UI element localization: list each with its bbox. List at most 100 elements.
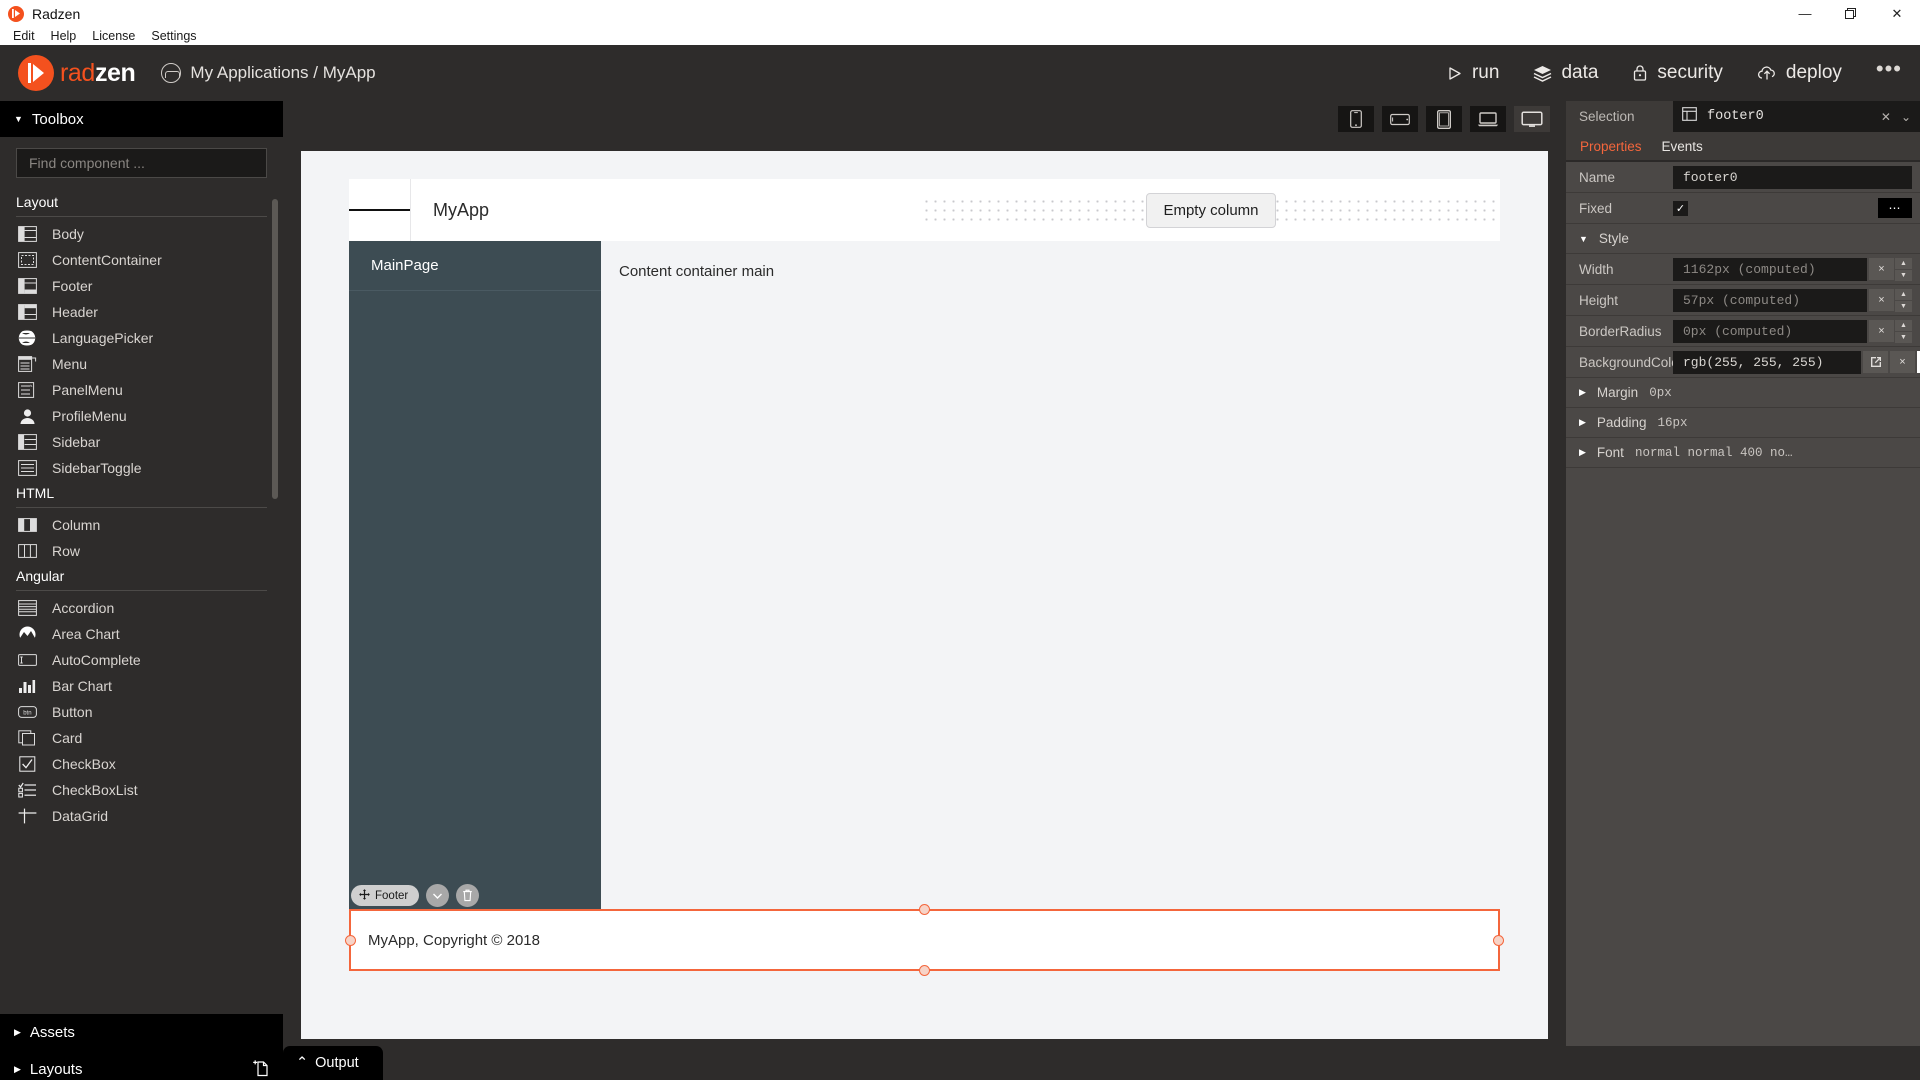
selection-value[interactable]: footer0 ✕ ⌄ bbox=[1673, 101, 1920, 132]
toolbox-item-accordion[interactable]: Accordion bbox=[0, 595, 283, 621]
close-button[interactable]: ✕ bbox=[1874, 0, 1920, 27]
play-icon bbox=[1446, 65, 1463, 82]
empty-column-button[interactable]: Empty column bbox=[1146, 192, 1276, 228]
clear-backgroundcolor-button[interactable]: × bbox=[1890, 350, 1915, 373]
toolbox-item-contentcontainer[interactable]: ContentContainer bbox=[0, 247, 283, 273]
resize-handle-right[interactable] bbox=[1493, 934, 1504, 946]
toolbox-item-checkboxlist[interactable]: CheckBoxList bbox=[0, 777, 283, 803]
stepper-up[interactable]: ▲ bbox=[1895, 257, 1912, 269]
empty-column-dropzone[interactable]: Empty column bbox=[922, 179, 1500, 241]
element-options-button[interactable] bbox=[426, 884, 450, 907]
toolbox-item-area-chart[interactable]: Area Chart bbox=[0, 621, 283, 647]
content-container-label: Content container main bbox=[619, 263, 775, 280]
menu-item-help[interactable]: Help bbox=[43, 27, 85, 45]
toolbox-item-profilemenu[interactable]: ProfileMenu bbox=[0, 403, 283, 429]
margin-section-header[interactable]: ▶ Margin 0px bbox=[1566, 378, 1920, 408]
header-actions: run data security deploy ••• bbox=[1446, 56, 1902, 90]
device-phone-portrait-button[interactable] bbox=[1338, 106, 1374, 132]
menu-item-edit[interactable]: Edit bbox=[5, 27, 43, 45]
toolbox-item-bar-chart[interactable]: Bar Chart bbox=[0, 673, 283, 699]
name-input[interactable] bbox=[1673, 165, 1912, 189]
run-button[interactable]: run bbox=[1446, 62, 1499, 84]
device-laptop-button[interactable] bbox=[1470, 106, 1506, 132]
stepper-down[interactable]: ▼ bbox=[1895, 269, 1912, 281]
toolbox-item-sidebartoggle[interactable]: SidebarToggle bbox=[0, 455, 283, 481]
resize-handle-left[interactable] bbox=[345, 934, 356, 946]
device-phone-landscape-button[interactable] bbox=[1382, 106, 1418, 132]
stepper-down[interactable]: ▼ bbox=[1895, 300, 1912, 312]
height-input[interactable] bbox=[1673, 288, 1867, 312]
toolbox-item-card[interactable]: Card bbox=[0, 725, 283, 751]
toolbox-item-body[interactable]: Body bbox=[0, 221, 283, 247]
section-layouts[interactable]: ▶ Layouts bbox=[0, 1051, 283, 1080]
toolbox-item-label: Body bbox=[52, 226, 84, 242]
section-assets[interactable]: ▶ Assets bbox=[0, 1014, 283, 1051]
preview-footer-selected[interactable]: MyApp, Copyright © 2018 bbox=[345, 904, 1504, 976]
backgroundcolor-input[interactable] bbox=[1673, 350, 1861, 374]
toolbox-header[interactable]: ▼ Toolbox bbox=[0, 101, 283, 137]
stepper-up[interactable]: ▲ bbox=[1895, 288, 1912, 300]
toolbox-item-menu[interactable]: Menu bbox=[0, 351, 283, 377]
toolbox-item-button[interactable]: btn Button bbox=[0, 699, 283, 725]
menu-item-settings[interactable]: Settings bbox=[143, 27, 204, 45]
preview-content-container[interactable]: Content container main bbox=[601, 241, 1500, 909]
add-layout-icon[interactable] bbox=[252, 1058, 269, 1080]
property-label: Name bbox=[1579, 169, 1616, 185]
padding-section-header[interactable]: ▶ Padding 16px bbox=[1566, 408, 1920, 438]
minimize-button[interactable]: — bbox=[1782, 0, 1828, 27]
toolbox-item-column[interactable]: Column bbox=[0, 512, 283, 538]
toolbox-item-datagrid[interactable]: DataGrid bbox=[0, 803, 283, 829]
clear-width-button[interactable]: × bbox=[1869, 257, 1894, 280]
data-label: data bbox=[1561, 62, 1599, 83]
toolbox-item-autocomplete[interactable]: AutoComplete bbox=[0, 647, 283, 673]
selection-dropdown-icon[interactable]: ⌄ bbox=[1901, 110, 1911, 124]
font-section-header[interactable]: ▶ Font normal normal 400 no… bbox=[1566, 438, 1920, 468]
trash-icon bbox=[463, 889, 473, 902]
tab-events[interactable]: Events bbox=[1662, 139, 1703, 154]
deploy-button[interactable]: deploy bbox=[1757, 62, 1842, 84]
breadcrumb[interactable]: My Applications / MyApp bbox=[161, 63, 376, 83]
maximize-button[interactable] bbox=[1828, 0, 1874, 27]
delete-element-button[interactable] bbox=[456, 884, 480, 907]
resize-handle-bottom[interactable] bbox=[919, 965, 930, 976]
selected-element-pill[interactable]: Footer bbox=[351, 885, 420, 906]
breadcrumb-label: My Applications / MyApp bbox=[190, 63, 376, 82]
radzen-brand[interactable]: radzen bbox=[18, 55, 136, 91]
more-options-button[interactable]: ••• bbox=[1876, 56, 1902, 90]
width-input[interactable] bbox=[1673, 257, 1867, 281]
stepper-up[interactable]: ▲ bbox=[1895, 319, 1912, 331]
resize-handle-top[interactable] bbox=[919, 904, 930, 915]
toolbox-item-footer[interactable]: Footer bbox=[0, 273, 283, 299]
style-section-header[interactable]: ▼ Style bbox=[1566, 224, 1920, 254]
toolbox-item-panelmenu[interactable]: PanelMenu bbox=[0, 377, 283, 403]
sidebar-item-mainpage[interactable]: MainPage bbox=[349, 241, 601, 290]
open-color-picker-button[interactable] bbox=[1863, 350, 1888, 373]
width-stepper[interactable]: ▲ ▼ bbox=[1895, 257, 1912, 281]
toolbox-item-header[interactable]: Header bbox=[0, 299, 283, 325]
toolbox-item-row[interactable]: Row bbox=[0, 538, 283, 564]
data-button[interactable]: data bbox=[1533, 62, 1598, 84]
toolbox-scrollbar[interactable] bbox=[272, 199, 278, 499]
menu-item-license[interactable]: License bbox=[84, 27, 143, 45]
clear-height-button[interactable]: × bbox=[1869, 288, 1894, 311]
fixed-checkbox[interactable]: ✓ bbox=[1673, 200, 1688, 216]
search-input[interactable] bbox=[16, 148, 267, 178]
clear-borderradius-button[interactable]: × bbox=[1869, 319, 1894, 342]
tab-properties[interactable]: Properties bbox=[1580, 139, 1642, 154]
clear-selection-icon[interactable]: ✕ bbox=[1881, 110, 1891, 124]
sidebar-toggle-button[interactable] bbox=[349, 179, 411, 241]
device-tablet-button[interactable] bbox=[1426, 106, 1462, 132]
style-section-label: Style bbox=[1598, 231, 1629, 246]
security-button[interactable]: security bbox=[1632, 62, 1723, 84]
height-stepper[interactable]: ▲ ▼ bbox=[1895, 288, 1912, 312]
stepper-down[interactable]: ▼ bbox=[1895, 331, 1912, 343]
toolbox-item-checkbox[interactable]: CheckBox bbox=[0, 751, 283, 777]
borderradius-stepper[interactable]: ▲ ▼ bbox=[1895, 319, 1912, 343]
fixed-expression-button[interactable]: ⋯ bbox=[1878, 198, 1912, 218]
toolbox-item-languagepicker[interactable]: LanguagePicker bbox=[0, 325, 283, 351]
device-desktop-button[interactable] bbox=[1514, 106, 1550, 132]
borderradius-input[interactable] bbox=[1673, 319, 1867, 343]
section-label: Layouts bbox=[29, 1061, 83, 1078]
toolbox-item-sidebar[interactable]: Sidebar bbox=[0, 429, 283, 455]
output-tab[interactable]: ⌃ Output bbox=[283, 1046, 383, 1080]
